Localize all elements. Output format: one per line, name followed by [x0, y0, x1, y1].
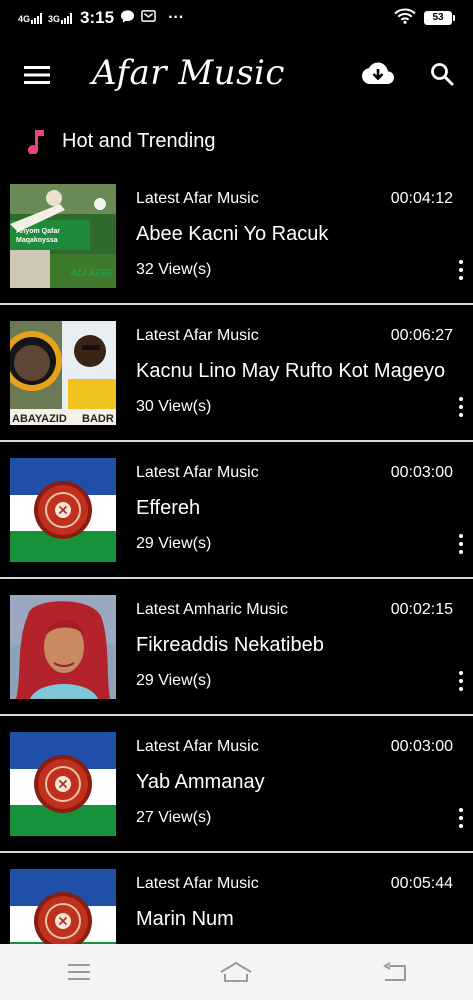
battery-level: 53 [424, 11, 452, 25]
song-category: Latest Afar Music [136, 327, 259, 344]
thumb-caption-1: Anyom Qafar [16, 228, 60, 235]
song-title: Kacnu Lino May Rufto Kot Mageyo [136, 360, 446, 382]
more-options-icon[interactable] [457, 808, 465, 828]
thumb-caption-1: ABAYAZID [12, 413, 67, 425]
song-title: Marin Num [136, 908, 234, 930]
overflow-indicator: ··· [168, 9, 185, 26]
signal-icon [61, 12, 73, 24]
back-icon[interactable] [364, 952, 424, 992]
song-category: Latest Afar Music [136, 190, 259, 207]
song-duration: 00:03:00 [390, 464, 453, 481]
music-disc-icon [34, 481, 92, 539]
song-meta: Latest Afar Music 00:03:00 Effereh 29 Vi… [136, 442, 473, 577]
home-icon[interactable] [206, 952, 266, 992]
section-header: Hot and Trending [0, 120, 473, 162]
music-note-icon [24, 128, 48, 154]
song-thumbnail [10, 458, 116, 562]
thumb-caption-2: Maqakoyssa [16, 237, 58, 244]
more-options-icon[interactable] [457, 397, 465, 417]
network-3g-label: 3G [48, 13, 61, 24]
network-4g-indicator: 4G [18, 12, 43, 24]
song-thumbnail: ABAYAZID BADR [10, 321, 116, 425]
more-options-icon[interactable] [457, 671, 465, 691]
song-list: Anyom Qafar Maqakoyssa ALI AFRI Latest A… [0, 168, 473, 990]
thumb-caption-3: ALI AFRI [69, 268, 112, 279]
song-thumbnail [10, 732, 116, 836]
song-row[interactable]: Latest Afar Music 00:03:00 Yab Ammanay 2… [0, 716, 473, 853]
song-duration: 00:05:44 [390, 875, 453, 892]
song-row[interactable]: Anyom Qafar Maqakoyssa ALI AFRI Latest A… [0, 168, 473, 305]
network-4g-label: 4G [18, 13, 31, 24]
song-meta: Latest Afar Music 00:04:12 Abee Kacni Yo… [136, 168, 473, 303]
song-row[interactable]: Latest Amharic Music 00:02:15 Fikreaddis… [0, 579, 473, 716]
song-meta: Latest Afar Music 00:03:00 Yab Ammanay 2… [136, 716, 473, 851]
song-views: 29 View(s) [136, 535, 212, 552]
signal-icon [31, 12, 43, 24]
status-time: 3:15 [80, 8, 115, 27]
song-title: Abee Kacni Yo Racuk [136, 223, 329, 245]
cloud-download-icon[interactable] [358, 56, 398, 92]
song-meta: Latest Afar Music 00:06:27 Kacnu Lino Ma… [136, 305, 473, 440]
song-row[interactable]: ABAYAZID BADR Latest Afar Music 00:06:27… [0, 305, 473, 442]
song-title: Yab Ammanay [136, 771, 265, 793]
afar-flag-image [10, 732, 116, 836]
chat-bubble-icon [120, 9, 135, 28]
app-title: Afar Music [92, 53, 285, 93]
status-left: 4G 3G 3:15 ··· [18, 8, 184, 28]
wifi-icon [394, 8, 416, 28]
song-title: Fikreaddis Nekatibeb [136, 634, 324, 656]
song-views: 32 View(s) [136, 261, 212, 278]
status-bar: 4G 3G 3:15 ··· 53 [0, 0, 473, 36]
song-duration: 00:02:15 [390, 601, 453, 618]
recent-apps-icon[interactable] [49, 952, 109, 992]
song-category: Latest Afar Music [136, 738, 259, 755]
song-meta: Latest Amharic Music 00:02:15 Fikreaddis… [136, 579, 473, 714]
status-right: 53 [394, 8, 455, 28]
thumb-caption-2: BADR [82, 413, 114, 425]
mail-icon [141, 9, 156, 27]
section-label: Hot and Trending [62, 129, 216, 152]
song-row[interactable]: Latest Afar Music 00:03:00 Effereh 29 Vi… [0, 442, 473, 579]
system-nav-bar [0, 944, 473, 1000]
network-3g-indicator: 3G [48, 12, 73, 24]
battery-icon: 53 [424, 11, 455, 25]
search-icon[interactable] [424, 56, 460, 92]
song-category: Latest Afar Music [136, 464, 259, 481]
app-bar: Afar Music [0, 36, 473, 114]
song-duration: 00:06:27 [390, 327, 453, 344]
song-views: 30 View(s) [136, 398, 212, 415]
song-category: Latest Amharic Music [136, 601, 289, 618]
song-duration: 00:04:12 [390, 190, 453, 207]
song-thumbnail [10, 595, 116, 699]
hamburger-menu-icon[interactable] [20, 60, 54, 90]
song-thumbnail: Anyom Qafar Maqakoyssa ALI AFRI [10, 184, 116, 288]
song-views: 27 View(s) [136, 809, 212, 826]
music-disc-icon [34, 755, 92, 813]
song-category: Latest Afar Music [136, 875, 259, 892]
song-views: 29 View(s) [136, 672, 212, 689]
more-options-icon[interactable] [457, 534, 465, 554]
more-options-icon[interactable] [457, 260, 465, 280]
afar-flag-image [10, 458, 116, 562]
song-title: Effereh [136, 497, 201, 519]
song-duration: 00:03:00 [390, 738, 453, 755]
